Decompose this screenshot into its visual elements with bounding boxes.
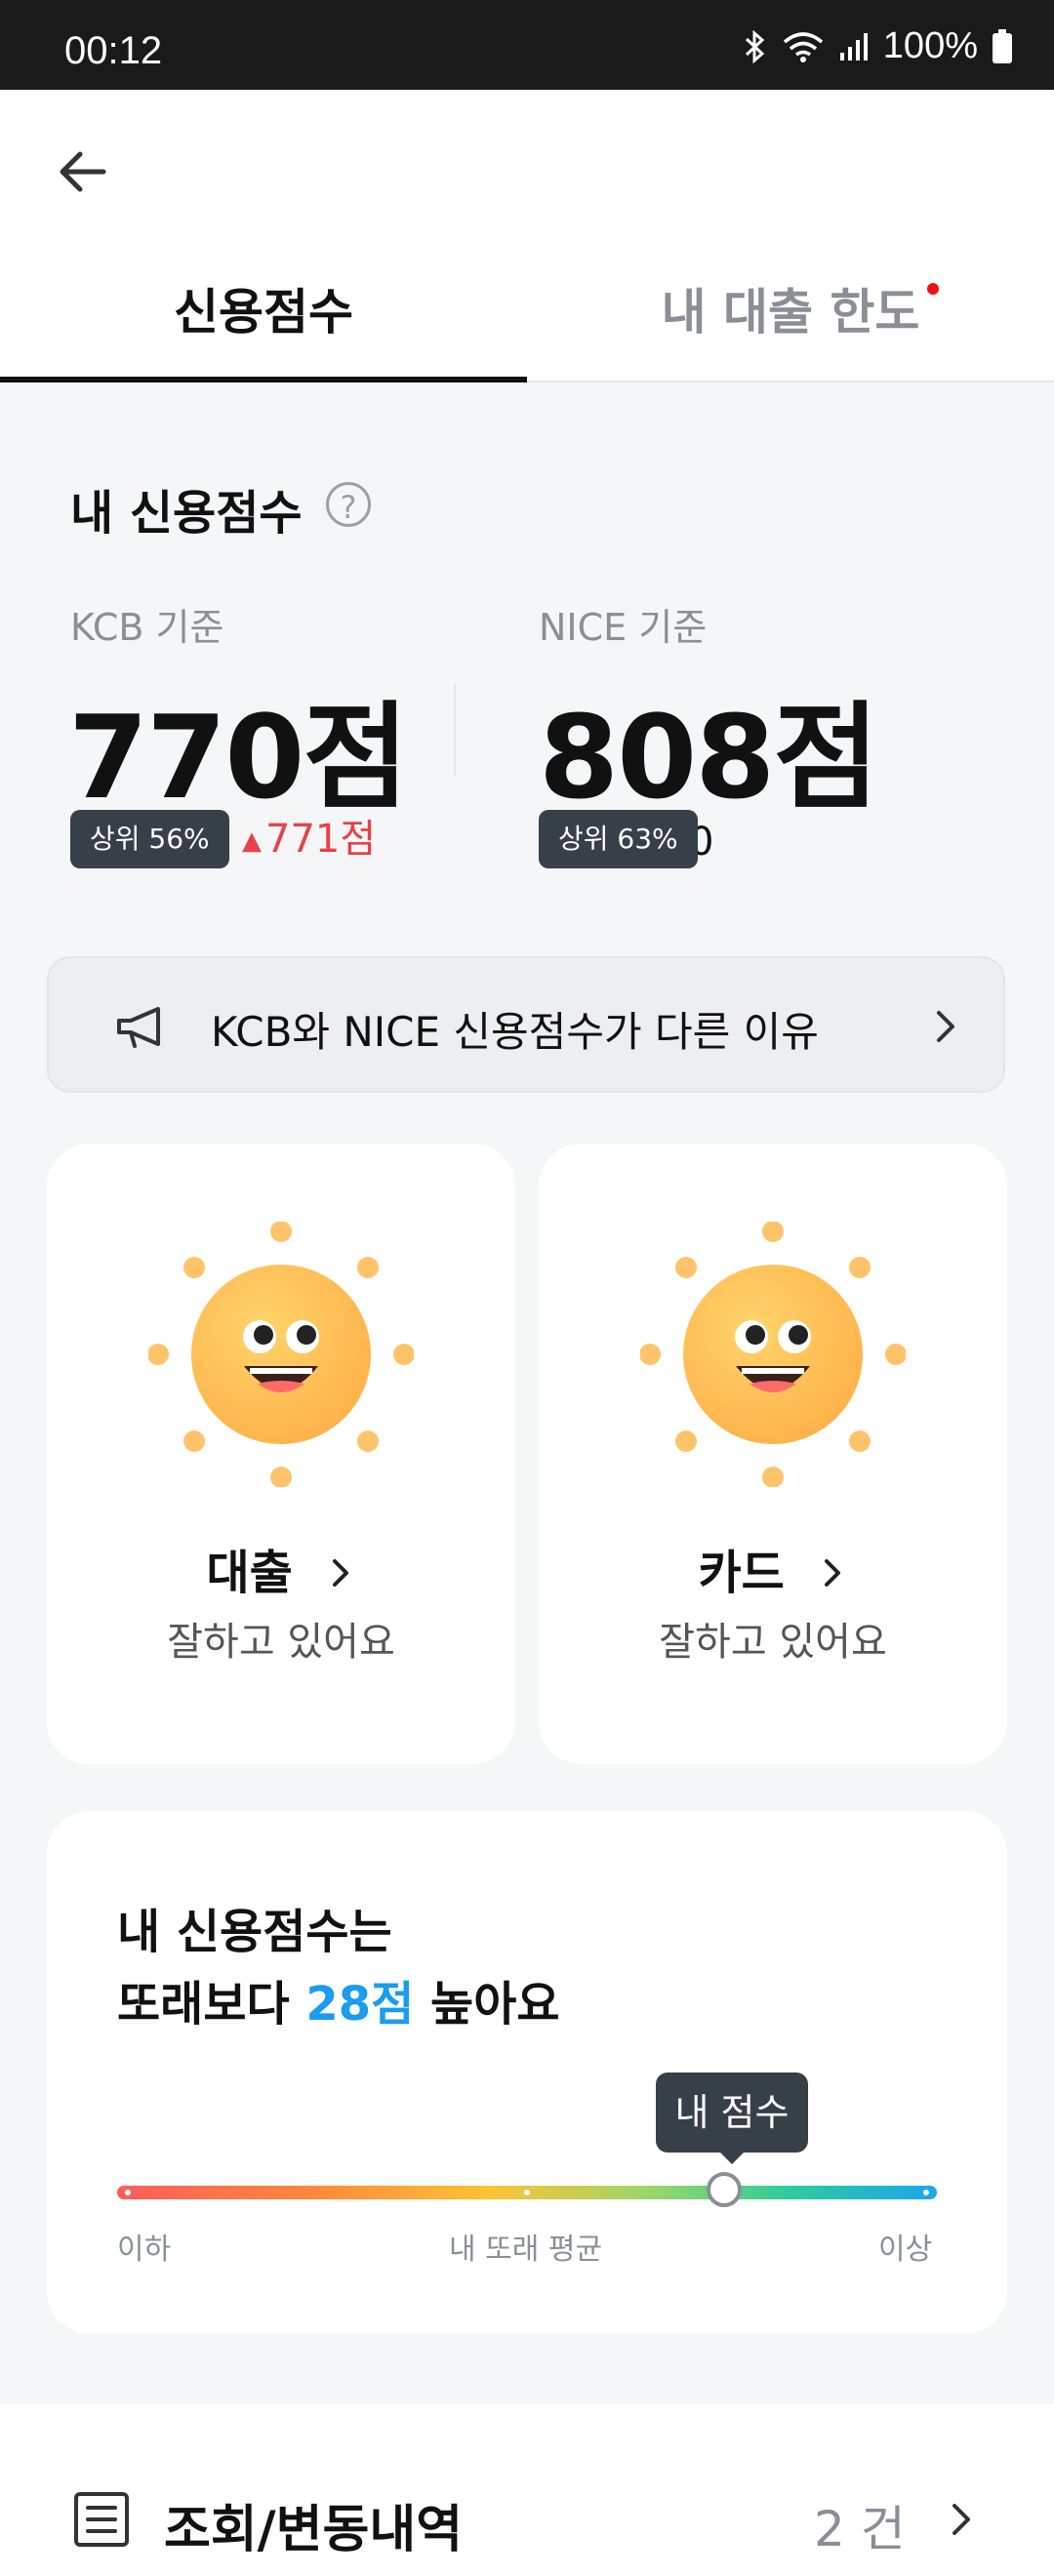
notification-dot — [927, 283, 939, 295]
battery-percent: 100% — [882, 25, 978, 66]
signal-icon — [839, 32, 868, 60]
peer-comparison-card: 내 신용점수는 또래보다 28점 높아요 내 점수 이하 내 또래 평균 이상 — [47, 1811, 1007, 2334]
bluetooth-icon — [745, 29, 765, 63]
chevron-right-icon — [824, 1559, 840, 1587]
loan-card-subtitle: 잘하고 있어요 — [167, 1620, 395, 1665]
peer-diff-value: 28점 — [305, 1977, 415, 2032]
peer-line1: 내 신용점수는 — [117, 1905, 392, 1959]
loan-card-title: 대출 — [47, 1534, 515, 1602]
chevron-right-icon — [953, 2504, 970, 2535]
battery-icon — [993, 28, 1012, 63]
wifi-icon — [783, 31, 823, 62]
status-time: 00:12 — [64, 29, 163, 72]
peer-line2: 또래보다 28점 높아요 — [117, 1965, 560, 2033]
up-triangle-icon: ▲ — [242, 826, 262, 856]
score-difference-banner[interactable]: KCB와 NICE 신용점수가 다른 이유 — [47, 956, 1005, 1093]
nice-rank-badge: 상위 63% — [539, 810, 698, 868]
card-card[interactable]: 카드 잘하고 있어요 — [539, 1144, 1007, 1764]
sun-face-icon — [640, 1222, 906, 1487]
card-card-subtitle: 잘하고 있어요 — [659, 1620, 887, 1665]
chevron-right-icon — [937, 1011, 954, 1042]
status-bar: 00:12 100% — [0, 0, 1054, 90]
sun-face-icon — [148, 1222, 414, 1487]
chevron-right-icon — [332, 1559, 348, 1587]
history-title: 조회/변동내역 — [164, 2501, 464, 2559]
list-icon — [74, 2492, 129, 2547]
megaphone-icon — [117, 1007, 160, 1048]
kcb-change-value: 771점 — [265, 817, 377, 862]
kcb-label: KCB 기준 — [70, 606, 224, 649]
nice-label: NICE 기준 — [539, 606, 708, 649]
status-icons: 100% — [743, 25, 1013, 67]
axis-high-label: 이상 — [878, 2233, 933, 2267]
tab-active-indicator — [0, 377, 527, 382]
axis-mid-label: 내 또래 평균 — [449, 2233, 603, 2267]
bar-tick-low — [125, 2190, 131, 2195]
bar-tick-mid — [524, 2190, 530, 2195]
score-title: 내 신용점수 — [70, 486, 303, 541]
loan-card-title-text: 대출 — [206, 1546, 293, 1600]
tab-loan-limit[interactable]: 내 대출 한도 — [527, 273, 1054, 343]
my-score-tooltip: 내 점수 — [656, 2073, 808, 2164]
kcb-score-change: ▲ 771점 — [242, 810, 376, 870]
history-row[interactable]: 조회/변동내역 2 건 — [0, 2404, 1054, 2576]
kcb-score: 770점 — [68, 690, 409, 825]
card-card-title: 카드 — [539, 1534, 1007, 1602]
tab-credit-score[interactable]: 신용점수 — [0, 273, 527, 343]
card-card-title-text: 카드 — [698, 1546, 785, 1600]
bar-tick-high — [923, 2190, 929, 2195]
arrow-left-icon[interactable] — [55, 144, 109, 199]
tab-divider — [527, 381, 1054, 382]
peer-line2-suffix: 높아요 — [414, 1977, 560, 2032]
my-score-marker — [707, 2172, 742, 2207]
kcb-rank-badge: 상위 56% — [70, 810, 229, 868]
nice-score: 808점 — [539, 690, 879, 825]
question-circle-icon[interactable]: ? — [326, 482, 371, 527]
peer-line2-prefix: 또래보다 — [117, 1977, 306, 2032]
banner-text: KCB와 NICE 신용점수가 다른 이유 — [211, 1008, 819, 1056]
axis-low-label: 이하 — [117, 2233, 172, 2267]
loan-card[interactable]: 대출 잘하고 있어요 — [47, 1144, 515, 1764]
history-count: 2 건 — [814, 2501, 906, 2557]
score-divider — [454, 683, 456, 777]
